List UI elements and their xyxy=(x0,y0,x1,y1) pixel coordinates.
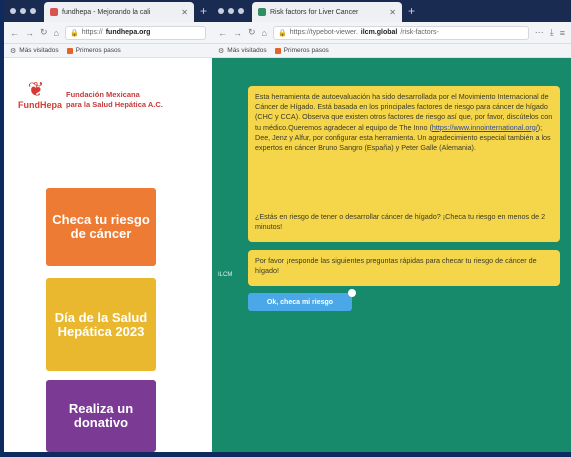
reload-icon[interactable]: ↻ xyxy=(40,27,48,38)
settings-icon: ⚙ xyxy=(10,47,17,55)
tab-fundhepa[interactable]: fundhepa - Mejorando la cali ✕ xyxy=(44,2,194,22)
url-domain: fundhepa.org xyxy=(105,29,151,36)
address-bar[interactable]: 🔒 https://fundhepa.org xyxy=(64,25,206,40)
browser-window-ilcm: Risk factors for Liver Cancer ✕ + ← → ↻ … xyxy=(212,0,571,452)
home-icon[interactable]: ⌂ xyxy=(54,28,59,38)
bookmark-getting-started[interactable]: Primeros pasos xyxy=(274,47,329,54)
window-controls[interactable] xyxy=(10,8,36,14)
home-icon[interactable]: ⌂ xyxy=(262,28,267,38)
liver-logo-icon: ❦ xyxy=(27,79,45,101)
minimize-window-icon[interactable] xyxy=(20,8,26,14)
ilcm-favicon-icon xyxy=(258,8,266,16)
close-tab-icon[interactable]: ✕ xyxy=(181,8,188,17)
url-domain: ilcm.global xyxy=(360,29,398,36)
bookmark-getting-started[interactable]: Primeros pasos xyxy=(66,47,121,54)
bookmarks-bar: ⚙ Más visitados Primeros pasos xyxy=(212,44,571,58)
tab-risk-factors[interactable]: Risk factors for Liver Cancer ✕ xyxy=(252,2,402,22)
minimize-window-icon[interactable] xyxy=(228,8,234,14)
chat-area: Esta herramienta de autoevaluación ha si… xyxy=(212,58,571,452)
lock-icon: 🔒 xyxy=(69,29,79,37)
back-icon[interactable]: ← xyxy=(218,28,227,38)
browser-window-fundhepa: fundhepa - Mejorando la cali ✕ + ← → ↻ ⌂… xyxy=(4,0,212,452)
back-icon[interactable]: ← xyxy=(10,28,19,38)
inno-link[interactable]: https://www.innointernational.org/ xyxy=(432,123,538,132)
instructions-message: Por favor ¡responde las siguientes pregu… xyxy=(248,250,560,286)
fundhepa-logo[interactable]: ❦ FundHepa xyxy=(18,79,62,110)
url-prefix: https://typebot-viewer. xyxy=(289,29,358,36)
close-window-icon[interactable] xyxy=(218,8,224,14)
window-controls[interactable] xyxy=(218,8,244,14)
tab-bar: fundhepa - Mejorando la cali ✕ + xyxy=(4,0,212,22)
maximize-window-icon[interactable] xyxy=(238,8,244,14)
more-icon[interactable]: ⋯ xyxy=(535,27,544,38)
risk-question-message: ¿Estás en riesgo de tener o desarrollar … xyxy=(248,206,560,242)
donate-tile[interactable]: Realiza un donativo xyxy=(46,380,156,452)
new-tab-icon[interactable]: + xyxy=(408,4,415,18)
desktop-background: fundhepa - Mejorando la cali ✕ + ← → ↻ ⌂… xyxy=(0,0,571,457)
lock-icon: 🔒 xyxy=(277,29,287,37)
tab-title: fundhepa - Mejorando la cali xyxy=(62,8,151,16)
bookmark-most-visited[interactable]: ⚙ Más visitados xyxy=(10,47,59,55)
firefox-icon xyxy=(66,47,73,54)
new-tab-icon[interactable]: + xyxy=(200,4,207,18)
menu-icon[interactable]: ≡ xyxy=(560,28,565,38)
navigation-bar: ← → ↻ ⌂ 🔒 https://fundhepa.org xyxy=(4,22,212,44)
url-prefix: https:// xyxy=(81,29,103,36)
settings-icon: ⚙ xyxy=(218,47,225,55)
fundhepa-favicon-icon xyxy=(50,8,58,16)
liver-health-day-tile[interactable]: Día de la Salud Hepática 2023 xyxy=(46,278,156,371)
bookmarks-bar: ⚙ Más visitados Primeros pasos xyxy=(4,44,212,58)
download-icon[interactable]: ⤓ xyxy=(550,27,554,38)
bookmark-most-visited[interactable]: ⚙ Más visitados xyxy=(218,47,267,55)
cursor-indicator-icon xyxy=(348,289,356,297)
forward-icon[interactable]: → xyxy=(233,28,242,38)
url-suffix: /risk-factors- xyxy=(400,29,439,36)
tab-title: Risk factors for Liver Cancer xyxy=(270,8,359,16)
site-header: ❦ FundHepa Fundación Mexicana para la Sa… xyxy=(18,80,163,110)
close-window-icon[interactable] xyxy=(10,8,16,14)
tab-bar: Risk factors for Liver Cancer ✕ + xyxy=(212,0,571,22)
address-bar[interactable]: 🔒 https://typebot-viewer. ilcm.global/ris… xyxy=(272,25,529,40)
forward-icon[interactable]: → xyxy=(25,28,34,38)
foundation-name: Fundación Mexicana para la Salud Hepátic… xyxy=(66,90,163,109)
maximize-window-icon[interactable] xyxy=(30,8,36,14)
check-risk-tile[interactable]: Checa tu riesgo de cáncer xyxy=(46,188,156,266)
close-tab-icon[interactable]: ✕ xyxy=(389,8,396,17)
check-risk-button[interactable]: Ok, checa mi riesgo xyxy=(248,289,356,311)
navigation-bar: ← → ↻ ⌂ 🔒 https://typebot-viewer. ilcm.gl… xyxy=(212,22,571,44)
bot-avatar-label: ILCM xyxy=(218,272,233,278)
firefox-icon xyxy=(274,47,281,54)
reload-icon[interactable]: ↻ xyxy=(248,27,256,38)
